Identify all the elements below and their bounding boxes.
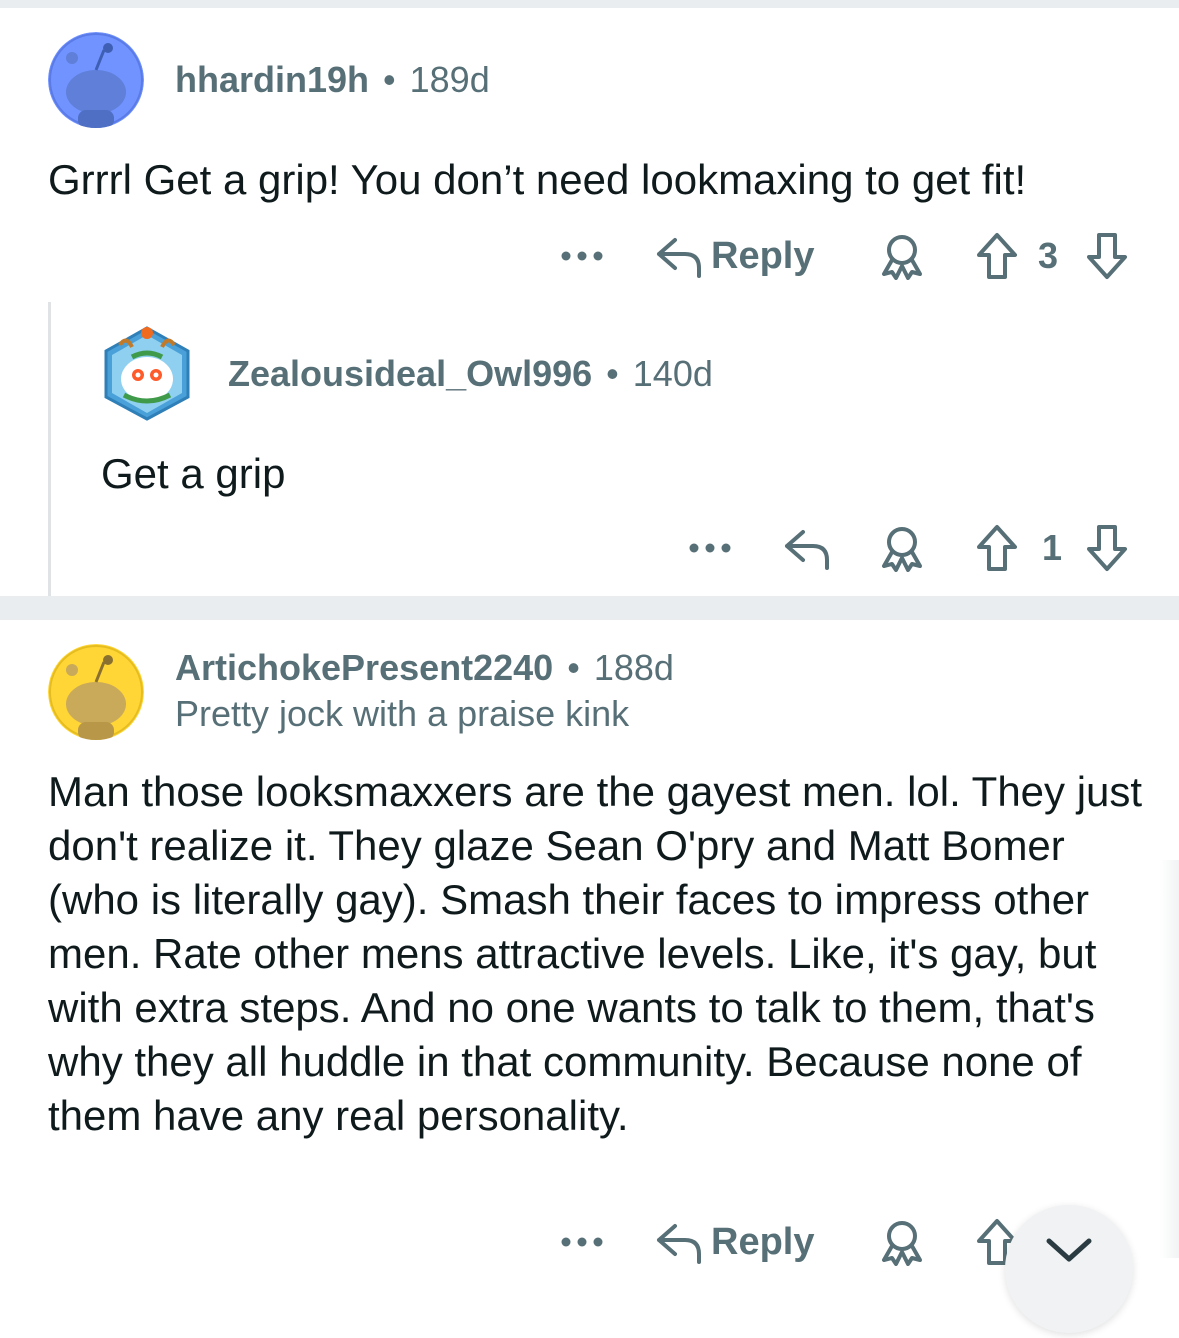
reply-label: Reply [711, 1220, 815, 1263]
comment-age: 189d [409, 59, 490, 100]
username[interactable]: Zealousideal_Owl996 [228, 353, 592, 394]
more-icon [689, 543, 731, 553]
award-icon [882, 1221, 922, 1266]
reply-icon [657, 1224, 701, 1264]
reply-icon [657, 238, 701, 278]
avatar-artichokepresent2240[interactable] [48, 644, 144, 740]
downvote-icon [1087, 525, 1127, 571]
collapse-button[interactable] [1005, 1205, 1133, 1333]
award-button[interactable] [878, 518, 926, 578]
comment-body: Grrrl Get a grip! You don’t need lookmax… [48, 156, 1027, 203]
scroll-edge [1160, 860, 1179, 1258]
award-icon [882, 527, 922, 572]
top-separator [0, 0, 1179, 8]
more-button[interactable] [560, 1212, 604, 1272]
more-button[interactable] [560, 226, 604, 286]
reply-button[interactable]: Reply [655, 226, 814, 286]
comment-age: 188d [593, 647, 674, 688]
avatar-hhardin19h[interactable] [48, 32, 144, 128]
meta-separator: • [606, 353, 619, 394]
snoo-avatar-icon [48, 32, 144, 128]
more-icon [561, 1237, 603, 1247]
comment-actions: Reply 3 [0, 226, 1179, 286]
score: 3 [1038, 235, 1059, 276]
comment-body: Man those looksmaxxers are the gayest me… [48, 768, 1143, 1139]
upvote-icon [977, 233, 1017, 279]
more-button[interactable] [688, 518, 732, 578]
downvote-icon [1087, 233, 1127, 279]
award-button[interactable] [878, 1212, 926, 1272]
award-button[interactable] [878, 226, 926, 286]
reply-button[interactable] [783, 518, 831, 578]
custom-avatar-icon [104, 326, 190, 421]
comment-body: Get a grip [101, 450, 286, 497]
thread-separator [0, 596, 1179, 620]
comment-actions: Reply [0, 1212, 1179, 1272]
more-icon [561, 251, 603, 261]
upvote-button[interactable] [975, 518, 1019, 578]
score: 1 [1042, 527, 1063, 568]
comment-meta: hhardin19h • 189d [175, 58, 490, 102]
upvote-icon [977, 525, 1017, 571]
comment-actions: 1 [0, 518, 1179, 578]
comment-age: 140d [632, 353, 713, 394]
award-icon [882, 235, 922, 280]
snoo-avatar-icon [48, 644, 144, 740]
user-flair: Pretty jock with a praise kink [175, 693, 630, 734]
downvote-button[interactable] [1085, 518, 1129, 578]
username[interactable]: ArtichokePresent2240 [175, 647, 553, 688]
username[interactable]: hhardin19h [175, 59, 369, 100]
comment-meta: Zealousideal_Owl996 • 140d [228, 352, 713, 396]
comment-meta: ArtichokePresent2240 • 188d [175, 646, 674, 690]
reply-button[interactable]: Reply [655, 1212, 814, 1272]
reply-icon [785, 530, 829, 570]
reply-label: Reply [711, 234, 815, 277]
downvote-button[interactable] [1085, 226, 1129, 286]
upvote-button[interactable] [975, 226, 1019, 286]
meta-separator: • [567, 647, 580, 688]
meta-separator: • [383, 59, 396, 100]
collapse-chevron-icon [1046, 1238, 1092, 1262]
avatar-zealousideal-owl996[interactable] [102, 325, 192, 421]
